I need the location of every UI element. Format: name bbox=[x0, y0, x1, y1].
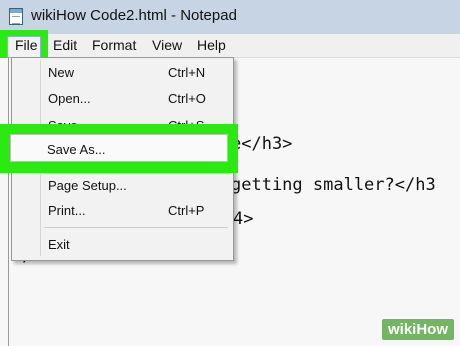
editor-line: e</h3> bbox=[231, 134, 293, 154]
menu-file[interactable]: File bbox=[15, 37, 38, 53]
menu-item-label: Open... bbox=[48, 91, 91, 106]
menu-item-page-setup[interactable]: Page Setup... bbox=[12, 174, 233, 198]
menu-item-label: Page Setup... bbox=[48, 178, 127, 193]
menu-item-new[interactable]: New Ctrl+N bbox=[12, 61, 233, 85]
wikihow-watermark: wikiHow bbox=[381, 319, 454, 340]
menu-bar: Edit Format View Help bbox=[0, 34, 460, 58]
menu-item-shortcut: Ctrl+O bbox=[168, 91, 206, 106]
editor-line: 4> bbox=[233, 209, 254, 229]
menu-item-label: Print... bbox=[48, 203, 86, 218]
menu-item-shortcut: Ctrl+N bbox=[168, 65, 206, 80]
menu-item-print[interactable]: Print... Ctrl+P bbox=[12, 199, 233, 223]
window-title: wikiHow Code2.html - Notepad bbox=[31, 7, 237, 24]
menu-separator bbox=[44, 227, 228, 228]
editor-line: getting smaller?</h3 bbox=[231, 175, 436, 195]
menu-item-open[interactable]: Open... Ctrl+O bbox=[12, 87, 233, 111]
menu-item-save-as[interactable]: Save As... bbox=[10, 134, 228, 162]
menu-item-label: New bbox=[48, 65, 75, 80]
save-as-highlight: Save As... bbox=[0, 124, 238, 173]
editor-left-border bbox=[8, 58, 9, 346]
menu-format[interactable]: Format bbox=[92, 37, 136, 53]
menu-help[interactable]: Help bbox=[197, 37, 226, 53]
menu-view[interactable]: View bbox=[152, 37, 182, 53]
menu-item-label: Save As... bbox=[47, 142, 106, 157]
title-bar: wikiHow Code2.html - Notepad bbox=[0, 0, 460, 34]
menu-item-shortcut: Ctrl+P bbox=[168, 203, 205, 218]
notepad-icon bbox=[9, 8, 23, 25]
menu-item-label: Exit bbox=[48, 237, 70, 252]
menu-edit[interactable]: Edit bbox=[53, 37, 77, 53]
menu-item-exit[interactable]: Exit bbox=[12, 233, 233, 257]
